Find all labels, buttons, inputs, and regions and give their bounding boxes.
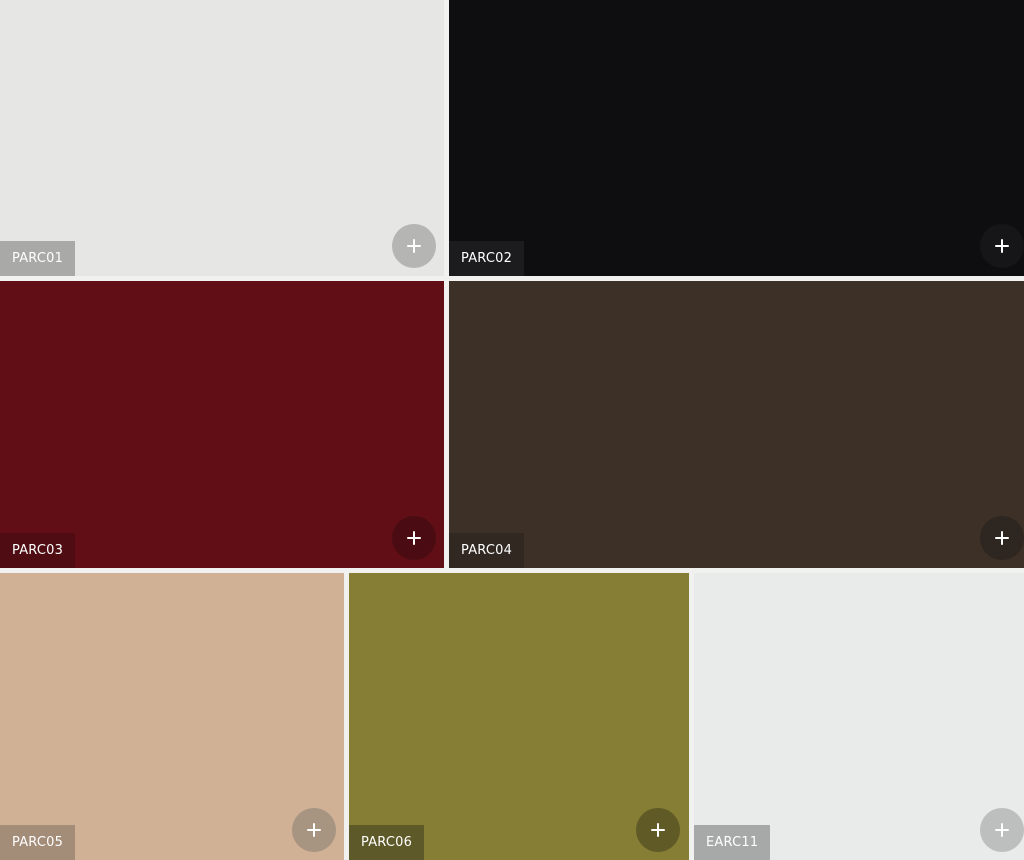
add-swatch-button[interactable] <box>392 224 436 268</box>
swatch-parc01[interactable]: PARC01 <box>0 0 444 276</box>
swatch-parc02[interactable]: PARC02 <box>449 0 1024 276</box>
swatch-code-label: PARC03 <box>0 533 76 568</box>
add-swatch-button[interactable] <box>980 516 1024 560</box>
plus-icon <box>995 531 1009 545</box>
swatch-code-label: PARC04 <box>449 533 525 568</box>
swatch-parc04[interactable]: PARC04 <box>449 281 1024 568</box>
swatch-code-label: PARC05 <box>0 825 76 860</box>
swatch-parc06[interactable]: PARC06 <box>349 573 689 860</box>
add-swatch-button[interactable] <box>636 808 680 852</box>
swatch-code-label: EARC11 <box>694 825 771 860</box>
swatch-code-label: PARC06 <box>349 825 425 860</box>
add-swatch-button[interactable] <box>392 516 436 560</box>
swatch-code-label: PARC02 <box>449 241 525 276</box>
plus-icon <box>651 823 665 837</box>
add-swatch-button[interactable] <box>980 808 1024 852</box>
plus-icon <box>307 823 321 837</box>
add-swatch-button[interactable] <box>980 224 1024 268</box>
plus-icon <box>407 239 421 253</box>
add-swatch-button[interactable] <box>292 808 336 852</box>
swatch-code-label: PARC01 <box>0 241 76 276</box>
swatch-parc05[interactable]: PARC05 <box>0 573 344 860</box>
plus-icon <box>995 823 1009 837</box>
plus-icon <box>407 531 421 545</box>
swatch-earc11[interactable]: EARC11 <box>694 573 1024 860</box>
swatch-parc03[interactable]: PARC03 <box>0 281 444 568</box>
color-swatch-grid: PARC01 PARC02 PARC03 PARC04 PARC05 PARC0… <box>0 0 1024 860</box>
plus-icon <box>995 239 1009 253</box>
